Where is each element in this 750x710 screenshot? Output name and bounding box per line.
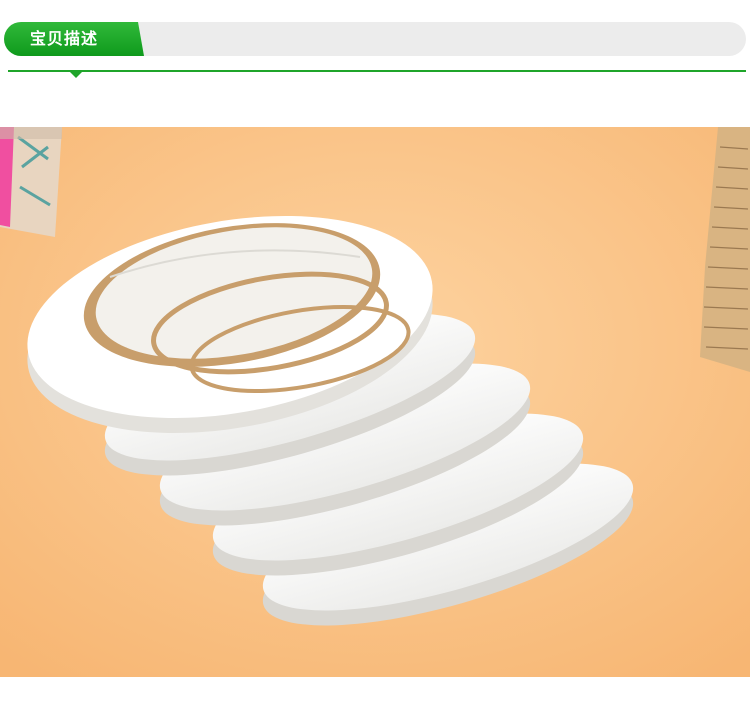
section-title: 宝贝描述 [30, 29, 99, 48]
divider-pointer-icon [70, 72, 82, 78]
product-photo [0, 127, 750, 677]
section-divider [8, 70, 746, 72]
gift-box-decoration [0, 127, 62, 237]
